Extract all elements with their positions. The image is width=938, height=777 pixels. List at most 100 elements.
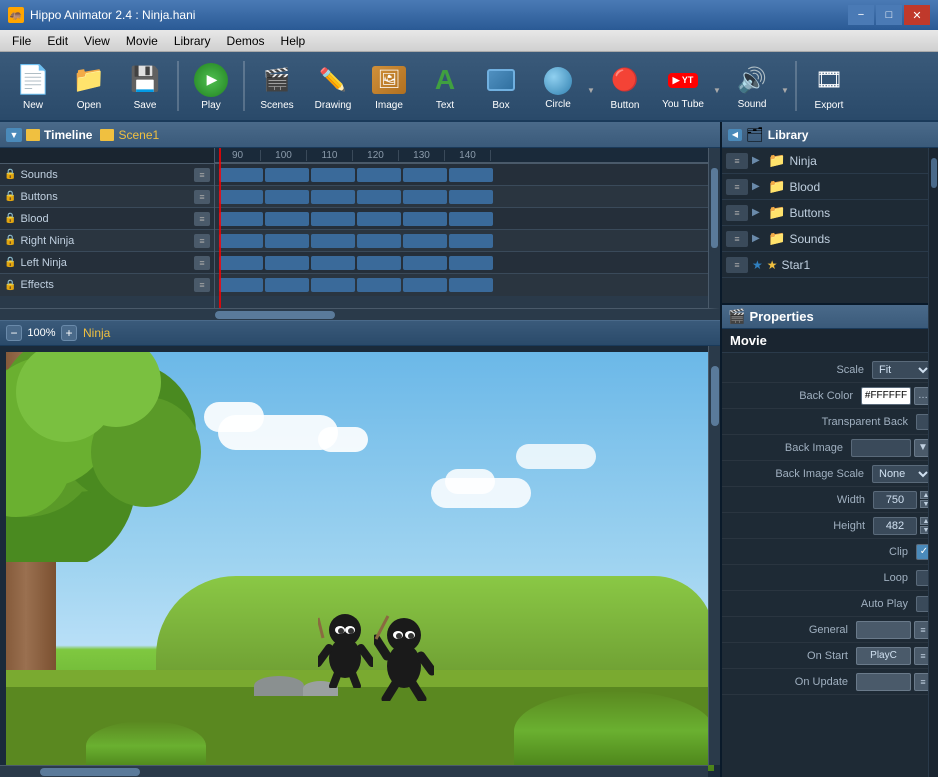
track-left-ninja-menu[interactable]: ≡ [194, 256, 210, 270]
lib-item-buttons[interactable]: ≡ ▶ 📁 Buttons [722, 200, 928, 226]
maximize-button[interactable]: □ [876, 5, 902, 25]
lib-buttons-menu[interactable]: ≡ [726, 205, 748, 221]
text-icon: A [427, 62, 463, 98]
lib-blood-folder-icon: 📁 [768, 178, 785, 195]
zoom-value: 100% [24, 327, 59, 339]
toolbar-sound-button[interactable]: 🔊 Sound ▼ [724, 55, 790, 117]
right-panel-scroll-thumb[interactable] [931, 158, 937, 188]
bush-left [86, 721, 206, 771]
toolbar-scenes-button[interactable]: 🎬 Scenes [250, 55, 304, 117]
toolbar-drawing-button[interactable]: ✏️ Drawing [306, 55, 360, 117]
sound-dropdown-arrow[interactable]: ▼ [781, 86, 789, 95]
prop-height-input[interactable] [873, 517, 917, 535]
lib-star1-name: Star1 [782, 258, 811, 272]
lib-sounds-menu[interactable]: ≡ [726, 231, 748, 247]
toolbar-text-button[interactable]: A Text [418, 55, 472, 117]
lib-item-blood[interactable]: ≡ ▶ 📁 Blood [722, 174, 928, 200]
prop-scale: Scale Fit Fill Stretch [722, 357, 938, 383]
button-label: Button [611, 100, 640, 111]
prop-scale-select[interactable]: Fit Fill Stretch [872, 361, 932, 379]
prop-on-start: On Start PlayC ≡ [722, 643, 938, 669]
toolbar-play-button[interactable]: Play [184, 55, 238, 117]
toolbar-image-button[interactable]: 🖼 Image [362, 55, 416, 117]
text-label: Text [436, 100, 454, 111]
close-button[interactable]: ✕ [904, 5, 930, 25]
lib-buttons-expand[interactable]: ▶ [752, 207, 764, 218]
lib-item-star1[interactable]: ≡ ★ ★ Star1 [722, 252, 928, 278]
track-blood-menu[interactable]: ≡ [194, 212, 210, 226]
prop-general-label: General [728, 624, 856, 636]
toolbar-circle-button[interactable]: Circle ▼ [530, 55, 596, 117]
timeline-collapse-button[interactable]: ▼ [6, 128, 22, 142]
track-buttons-menu[interactable]: ≡ [194, 190, 210, 204]
canvas-hscroll-thumb[interactable] [40, 768, 140, 776]
right-panel-scrollbar[interactable] [928, 148, 938, 777]
timeline-tracks: 🔒 Sounds ≡ 🔒 Buttons ≡ 🔒 Blood ≡ 🔒 Right… [0, 148, 215, 308]
timeline-scroll-h[interactable] [0, 308, 720, 320]
toolbar-save-button[interactable]: 💾 Save [118, 55, 172, 117]
lib-item-sounds[interactable]: ≡ ▶ 📁 Sounds [722, 226, 928, 252]
lib-star1-menu[interactable]: ≡ [726, 257, 748, 273]
menu-help[interactable]: Help [273, 32, 314, 50]
prop-width-input[interactable] [873, 491, 917, 509]
title-bar-controls[interactable]: − □ ✕ [848, 5, 930, 25]
cloud-3 [516, 444, 596, 469]
prop-general-field[interactable] [856, 621, 911, 639]
toolbar-button-button[interactable]: 🔴 Button [598, 55, 652, 117]
zoom-minus-button[interactable]: − [6, 325, 22, 341]
playhead[interactable] [219, 148, 221, 308]
timeline-header: ▼ Timeline Scene1 [0, 122, 720, 148]
lib-item-ninja[interactable]: ≡ ▶ 📁 Ninja [722, 148, 928, 174]
track-right-ninja: 🔒 Right Ninja ≡ [0, 230, 214, 252]
library-collapse[interactable]: ◀ [728, 129, 742, 141]
canvas-area[interactable] [0, 346, 720, 777]
toolbar-box-button[interactable]: Box [474, 55, 528, 117]
export-icon: 🎞 [811, 62, 847, 98]
prop-scale-label: Scale [728, 364, 872, 376]
title-bar-left: 🦛 Hippo Animator 2.4 : Ninja.hani [8, 7, 195, 23]
lib-blood-menu[interactable]: ≡ [726, 179, 748, 195]
toolbar-new-button[interactable]: 📄 New [6, 55, 60, 117]
left-panel: ▼ Timeline Scene1 🔒 Sounds ≡ 🔒 Buttons [0, 122, 720, 777]
timeline-scroll-thumb[interactable] [711, 168, 718, 248]
frame-row-effects [215, 274, 708, 296]
prop-back-color-swatch[interactable]: #FFFFFF [861, 387, 911, 405]
canvas-vscroll[interactable] [708, 346, 720, 765]
canvas-vscroll-thumb[interactable] [711, 366, 719, 426]
box-icon [483, 62, 519, 98]
prop-on-update-field[interactable] [856, 673, 911, 691]
prop-on-start-field[interactable]: PlayC [856, 647, 911, 665]
prop-back-image-value: ▼ [851, 439, 932, 457]
canvas-scene-name: Ninja [83, 326, 110, 340]
toolbar-export-button[interactable]: 🎞 Export [802, 55, 856, 117]
track-right-ninja-menu[interactable]: ≡ [194, 234, 210, 248]
toolbar-open-button[interactable]: 📁 Open [62, 55, 116, 117]
menu-file[interactable]: File [4, 32, 39, 50]
circle-dropdown-arrow[interactable]: ▼ [587, 86, 595, 95]
menu-movie[interactable]: Movie [118, 32, 166, 50]
lib-blood-expand[interactable]: ▶ [752, 181, 764, 192]
menu-edit[interactable]: Edit [39, 32, 76, 50]
timeline-scroll-v[interactable] [708, 148, 720, 308]
lib-ninja-expand[interactable]: ▶ [752, 155, 764, 166]
prop-back-image-scale-select[interactable]: None Fit Fill [872, 465, 932, 483]
button-icon: 🔴 [607, 62, 643, 98]
timeline-scroll-h-thumb[interactable] [215, 311, 335, 319]
minimize-button[interactable]: − [848, 5, 874, 25]
canvas-hscroll[interactable] [0, 765, 708, 777]
prop-loop: Loop [722, 565, 938, 591]
track-sounds-menu[interactable]: ≡ [194, 168, 210, 182]
lib-sounds-expand[interactable]: ▶ [752, 233, 764, 244]
youtube-dropdown-arrow[interactable]: ▼ [713, 86, 721, 95]
track-blood: 🔒 Blood ≡ [0, 208, 214, 230]
track-buttons-name: Buttons [20, 191, 190, 203]
menu-demos[interactable]: Demos [219, 32, 273, 50]
menu-library[interactable]: Library [166, 32, 219, 50]
menu-view[interactable]: View [76, 32, 118, 50]
prop-back-color: Back Color #FFFFFF … [722, 383, 938, 409]
track-effects-menu[interactable]: ≡ [194, 278, 210, 292]
toolbar-youtube-button[interactable]: ▶ YT You Tube ▼ [654, 55, 722, 117]
lib-ninja-menu[interactable]: ≡ [726, 153, 748, 169]
zoom-plus-button[interactable]: + [61, 325, 77, 341]
save-icon: 💾 [127, 62, 163, 98]
